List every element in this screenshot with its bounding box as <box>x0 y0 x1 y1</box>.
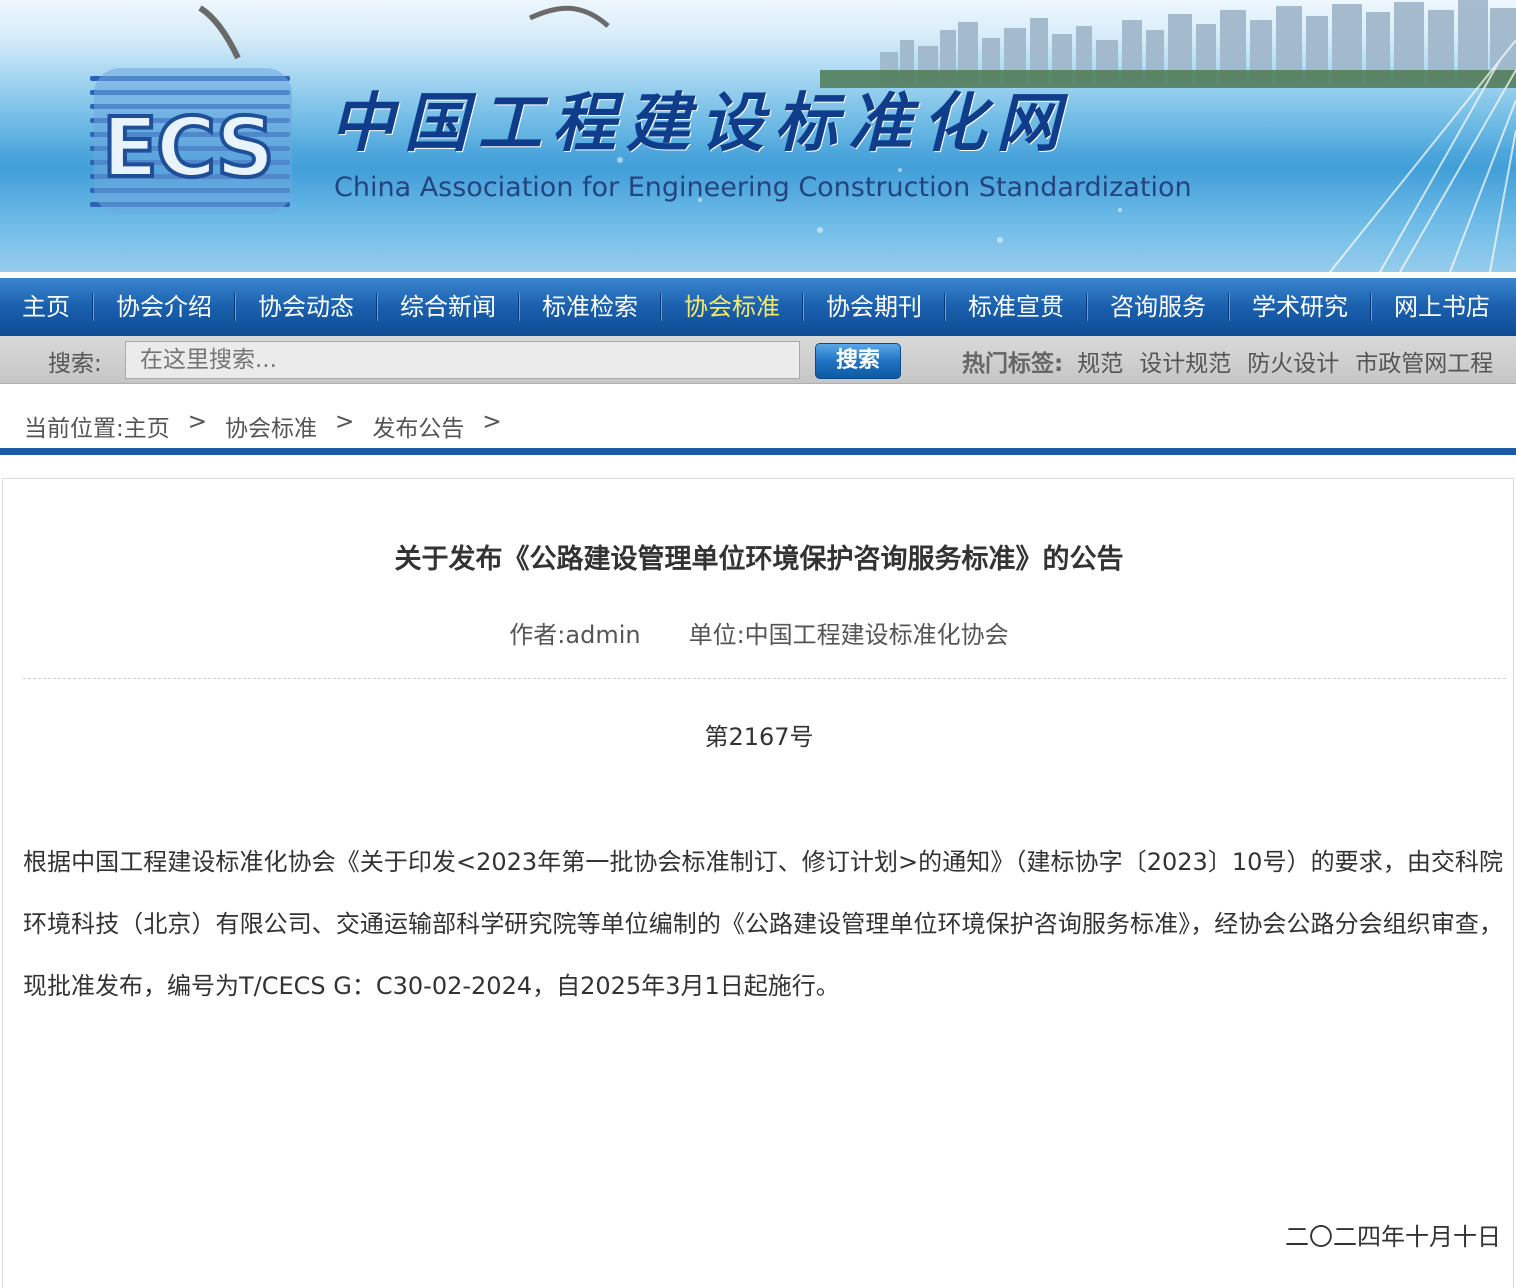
site-banner: ECS 中国工程建设标准化网 China Association for Eng… <box>0 0 1516 272</box>
nav-item-bookstore[interactable]: 网上书店 <box>1372 278 1512 336</box>
nav-item-journal[interactable]: 协会期刊 <box>804 278 944 336</box>
hot-tags-label: 热门标签: <box>962 351 1064 377</box>
site-title-cn: 中国工程建设标准化网 <box>330 86 1070 161</box>
search-label: 搜索: <box>48 351 102 377</box>
ecs-logo: ECS <box>90 68 292 214</box>
svg-text:ECS: ECS <box>102 101 273 196</box>
breadcrumb-announcements[interactable]: 发布公告 <box>372 409 464 443</box>
search-button[interactable]: 搜索 <box>815 343 901 379</box>
breadcrumb-separator: > <box>187 409 208 435</box>
breadcrumb-separator: > <box>335 409 355 435</box>
header-divider <box>0 448 1516 455</box>
search-input[interactable] <box>125 341 800 379</box>
publish-date: 二〇二四年十月十日 <box>1285 1223 1501 1251</box>
nav-item-home[interactable]: 主页 <box>0 278 92 336</box>
breadcrumb-separator: > <box>482 409 502 435</box>
nav-item-news-association[interactable]: 协会动态 <box>236 278 376 336</box>
article-author: 作者:admin <box>509 621 641 649</box>
hot-tag[interactable]: 规范 <box>1077 344 1123 378</box>
nav-item-research[interactable]: 学术研究 <box>1230 278 1370 336</box>
hot-tags: 热门标签: 规范 设计规范 防火设计 市政管网工程 <box>962 344 1493 378</box>
article-meta: 作者:admin 单位:中国工程建设标准化协会 <box>3 615 1515 650</box>
nav-item-standard-search[interactable]: 标准检索 <box>520 278 660 336</box>
search-bar: 搜索: 搜索 热门标签: 规范 设计规范 防火设计 市政管网工程 <box>0 336 1516 384</box>
nav-item-about[interactable]: 协会介绍 <box>94 278 234 336</box>
hot-tag[interactable]: 设计规范 <box>1139 344 1231 378</box>
nav-item-association-standards[interactable]: 协会标准 <box>662 278 802 336</box>
meta-divider <box>23 678 1506 679</box>
nav-item-general-news[interactable]: 综合新闻 <box>378 278 518 336</box>
hot-tag[interactable]: 市政管网工程 <box>1355 344 1493 378</box>
hot-tag[interactable]: 防火设计 <box>1247 344 1339 378</box>
article-unit: 单位:中国工程建设标准化协会 <box>688 621 1009 649</box>
nav-item-consulting[interactable]: 咨询服务 <box>1088 278 1228 336</box>
article-body: 根据中国工程建设标准化协会《关于印发<2023年第一批协会标准制订、修订计划>的… <box>23 848 1503 1000</box>
breadcrumb-home[interactable]: 主页 <box>124 409 170 443</box>
breadcrumb-association-standards[interactable]: 协会标准 <box>225 409 317 443</box>
breadcrumb: 当前位置: 主页 > 协会标准 > 发布公告 > <box>24 409 520 443</box>
breadcrumb-prefix: 当前位置: <box>24 416 124 442</box>
site-title-en: China Association for Engineering Constr… <box>334 172 1192 203</box>
document-number: 第2167号 <box>704 723 814 751</box>
article-panel: 关于发布《公路建设管理单位环境保护咨询服务标准》的公告 作者:admin 单位:中… <box>2 478 1514 1288</box>
main-nav: 主页 协会介绍 协会动态 综合新闻 标准检索 协会标准 协会期刊 标准宣贯 咨询… <box>0 278 1516 336</box>
article-title: 关于发布《公路建设管理单位环境保护咨询服务标准》的公告 <box>394 544 1124 575</box>
nav-item-promotion[interactable]: 标准宣贯 <box>946 278 1086 336</box>
